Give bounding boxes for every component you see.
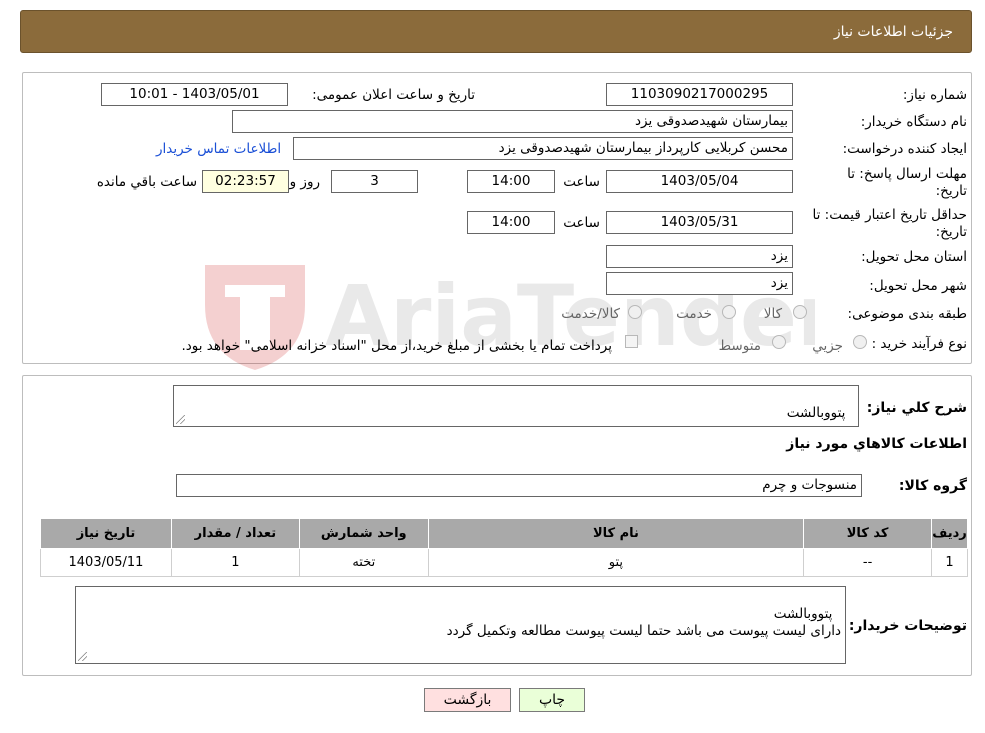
price-validity-time-label: ساعت (563, 215, 600, 231)
cell-item-code: -- (803, 548, 933, 577)
city-label: شهر محل تحویل: (869, 278, 967, 294)
col-unit: واحد شمارش (298, 518, 429, 549)
buyer-org-label: نام دستگاه خریدار: (860, 114, 967, 130)
price-validity-label-date: تاریخ: (935, 224, 967, 240)
days-remaining-field: 3 (331, 170, 418, 193)
table-row: 1 -- پتو تخته 1 1403/05/11 (40, 548, 968, 577)
buyer-org-field: بیمارستان شهیدصدوقی یزد (232, 110, 793, 133)
watermark-emblem-icon (205, 265, 305, 370)
city-field: یزد (606, 272, 793, 295)
announce-datetime-label: تاریخ و ساعت اعلان عمومی: (312, 87, 475, 103)
goods-group-label: گروه کالا: (898, 478, 967, 494)
time-remaining-label: ساعت باقي مانده (96, 174, 197, 190)
cell-unit: تخته (298, 548, 429, 577)
price-validity-time-field: 14:00 (467, 211, 555, 234)
buyer-notes-label: توضیحات خریدار: (848, 618, 967, 634)
need-number-label: شماره نیاز: (902, 87, 967, 103)
deadline-label-date: تاریخ: (935, 183, 967, 199)
process-type-label: نوع فرآیند خرید : (871, 336, 967, 352)
buyer-notes-textarea[interactable]: پتووبالشت دارای لیست پیوست می باشد حتما … (75, 586, 846, 664)
need-number-field: 1103090217000295 (606, 83, 793, 106)
goods-info-title: اطلاعات کالاهاي مورد نياز (786, 436, 967, 452)
cell-need-date: 1403/05/11 (40, 548, 172, 577)
deadline-time-field: 14:00 (467, 170, 555, 193)
province-label: استان محل تحویل: (861, 249, 967, 265)
category-goods-label: کالا (763, 306, 782, 322)
price-validity-date-field: 1403/05/31 (606, 211, 793, 234)
process-minor-radio[interactable] (853, 335, 867, 349)
price-validity-label: حداقل تاریخ اعتبار قیمت: تا (812, 207, 967, 223)
col-row-number: رديف (931, 518, 968, 549)
payment-note: پرداخت تمام یا بخشی از مبلغ خرید،از محل … (181, 338, 612, 354)
page-header: جزئیات اطلاعات نیاز (20, 10, 972, 53)
announce-datetime-field: 1403/05/01 - 10:01 (101, 83, 288, 106)
buyer-notes-text: پتووبالشت دارای لیست پیوست می باشد حتما … (446, 606, 841, 639)
col-item-name: نام کالا (427, 518, 805, 549)
category-goods-service-radio[interactable] (628, 305, 642, 319)
resize-grip-icon[interactable] (176, 415, 185, 424)
goods-table-header: رديف کد کالا نام کالا واحد شمارش تعداد /… (40, 518, 968, 549)
treasury-bonds-checkbox[interactable] (625, 335, 638, 348)
province-field: یزد (606, 245, 793, 268)
summary-text: پتووبالشت (786, 405, 846, 421)
category-service-radio[interactable] (722, 305, 736, 319)
process-minor-label: جزیي (812, 338, 843, 354)
process-medium-radio[interactable] (772, 335, 786, 349)
col-need-date: تاریخ نیاز (40, 518, 172, 549)
creator-field: محسن کربلایی کارپرداز بیمارستان شهیدصدوق… (293, 137, 793, 160)
process-medium-label: متوسط (718, 338, 761, 354)
category-goods-service-label: کالا/خدمت (561, 306, 620, 322)
col-item-code: کد کالا (803, 518, 933, 549)
resize-grip-icon[interactable] (78, 652, 87, 661)
time-remaining-field: 02:23:57 (202, 170, 289, 193)
buyer-contact-link[interactable]: اطلاعات تماس خریدار (156, 141, 281, 157)
col-quantity: تعداد / مقدار (170, 518, 300, 549)
page-title: جزئیات اطلاعات نیاز (833, 24, 953, 40)
goods-group-field: منسوجات و چرم (176, 474, 862, 497)
deadline-time-label: ساعت (563, 174, 600, 190)
summary-textarea[interactable]: پتووبالشت (173, 385, 859, 427)
days-label: روز و (289, 174, 320, 190)
back-button[interactable]: بازگشت (424, 688, 511, 712)
goods-table: رديف کد کالا نام کالا واحد شمارش تعداد /… (40, 518, 968, 577)
deadline-label: مهلت ارسال پاسخ: تا (847, 166, 967, 182)
category-label: طبقه بندی موضوعی: (847, 306, 967, 322)
category-service-label: خدمت (676, 306, 712, 322)
print-button[interactable]: چاپ (519, 688, 585, 712)
cell-item-name: پتو (427, 548, 805, 577)
creator-label: ایجاد کننده درخواست: (842, 141, 967, 157)
deadline-date-field: 1403/05/04 (606, 170, 793, 193)
cell-quantity: 1 (170, 548, 300, 577)
category-goods-radio[interactable] (793, 305, 807, 319)
summary-label: شرح کلي نياز: (866, 400, 967, 416)
cell-row-number: 1 (931, 548, 968, 577)
